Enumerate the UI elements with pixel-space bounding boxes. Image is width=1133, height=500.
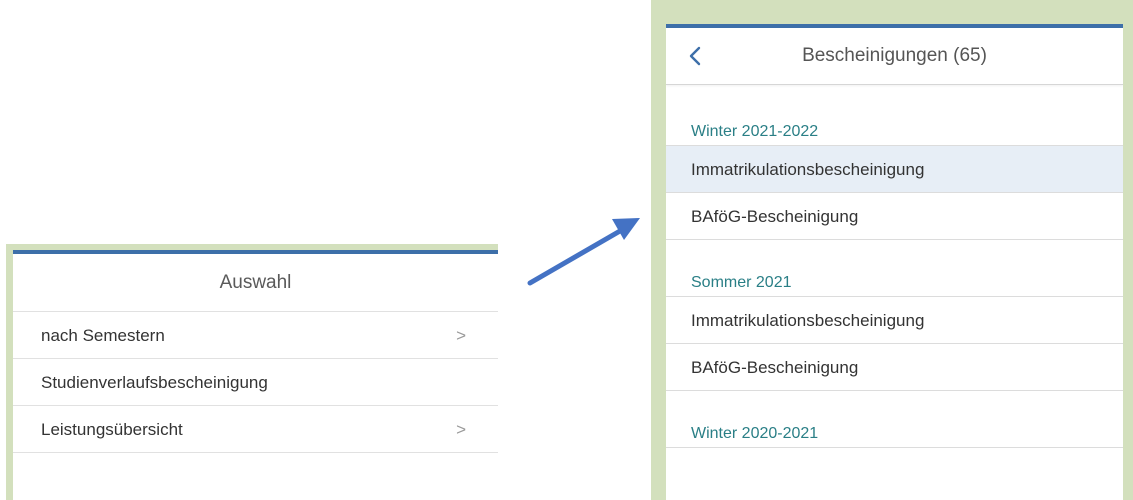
- chevron-right-icon: >: [456, 326, 466, 345]
- stage: Auswahl nach Semestern > Studienverlaufs…: [0, 0, 1133, 500]
- list-item-nach-semestern[interactable]: nach Semestern >: [13, 312, 498, 359]
- left-panel-frame: Auswahl nach Semestern > Studienverlaufs…: [6, 244, 498, 500]
- list-item-studienverlaufsbescheinigung[interactable]: Studienverlaufsbescheinigung: [13, 359, 498, 406]
- selection-panel-title: Auswahl: [13, 254, 498, 312]
- list-item-label: Leistungsübersicht: [41, 420, 183, 439]
- section-title: Winter 2021-2022: [691, 123, 819, 140]
- list-item-certificate[interactable]: Immatrikulationsbescheinigung: [666, 297, 1123, 344]
- section-list: Immatrikulationsbescheinigung BAföG-Besc…: [666, 145, 1123, 240]
- section-title: Winter 2020-2021: [691, 425, 819, 442]
- list-item-label: Studienverlaufsbescheinigung: [41, 373, 268, 392]
- navigation-arrow-icon: [527, 218, 640, 286]
- list-item-certificate[interactable]: BAföG-Bescheinigung: [666, 193, 1123, 240]
- back-button[interactable]: [688, 28, 718, 84]
- right-panel-frame: Bescheinigungen (65) Winter 2021-2022 Im…: [651, 0, 1133, 500]
- list-item-leistungsuebersicht[interactable]: Leistungsübersicht >: [13, 406, 498, 453]
- section-list: [666, 447, 1123, 448]
- certificates-header: Bescheinigungen (65): [666, 28, 1123, 85]
- section-title: Sommer 2021: [691, 274, 792, 291]
- page-title: Bescheinigungen (65): [802, 45, 987, 66]
- certificates-panel: Bescheinigungen (65) Winter 2021-2022 Im…: [666, 24, 1123, 500]
- section-list: Immatrikulationsbescheinigung BAföG-Besc…: [666, 296, 1123, 391]
- chevron-right-icon: >: [456, 420, 466, 439]
- list-item-certificate[interactable]: Immatrikulationsbescheinigung: [666, 146, 1123, 193]
- list-item-label: nach Semestern: [41, 326, 165, 345]
- list-item-certificate[interactable]: BAföG-Bescheinigung: [666, 344, 1123, 391]
- selection-panel: Auswahl nach Semestern > Studienverlaufs…: [13, 250, 498, 500]
- chevron-left-icon: [689, 46, 701, 66]
